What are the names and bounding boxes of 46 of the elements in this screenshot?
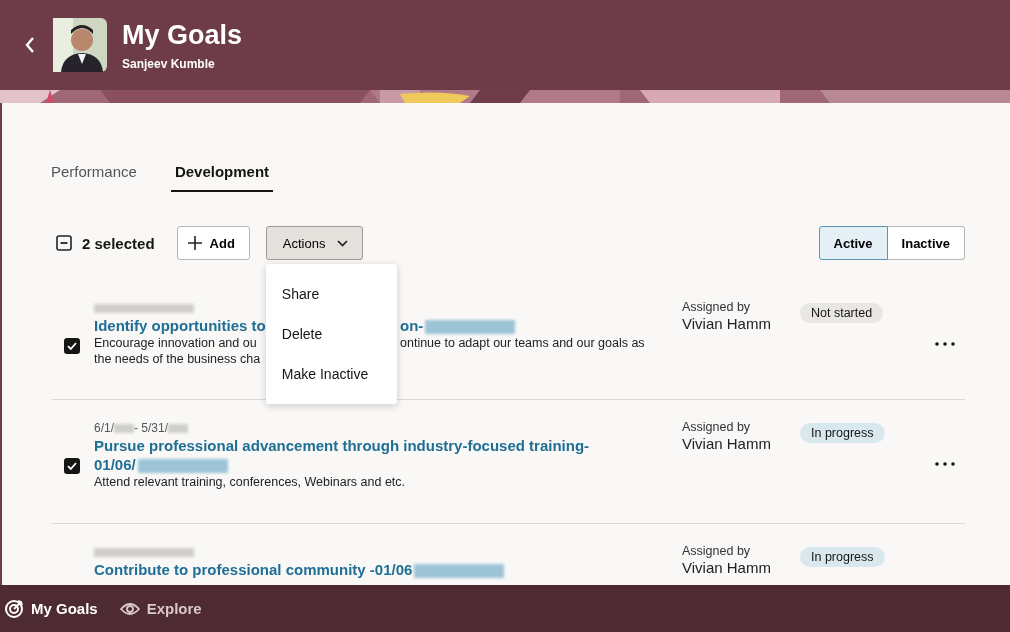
checkbox[interactable] <box>64 458 80 474</box>
selection-count: 2 selected <box>82 234 155 252</box>
more-icon[interactable] <box>935 342 955 346</box>
assigner-name: Vivian Hamm <box>682 315 772 332</box>
caret-icon <box>337 239 349 247</box>
goal-title[interactable]: Identify opportunities to <box>94 316 268 335</box>
goal-date: 6/1/ <box>94 421 114 435</box>
assigned-label: Assigned by <box>682 420 752 434</box>
goal-title[interactable]: on- <box>400 316 614 335</box>
goal-description: ontinue to adapt our teams and our goals as <box>400 335 645 351</box>
assigner-name: Vivian Hamm <box>682 559 772 576</box>
status-badge: Not started <box>800 303 884 323</box>
menu-item[interactable]: Make Inactive <box>265 354 397 394</box>
goal-description: the needs of the business cha <box>94 352 261 366</box>
add-button[interactable]: Add <box>176 226 250 260</box>
goal-date: - 5/31/ <box>134 421 169 435</box>
status-badge: In progress <box>800 547 885 567</box>
partial-select-checkbox-icon[interactable] <box>56 235 72 251</box>
back-icon[interactable] <box>24 36 36 54</box>
menu-item[interactable]: Share <box>265 274 397 314</box>
assigned-label: Assigned by <box>682 300 752 314</box>
goal-title[interactable]: Contribute to professional community -01/06 <box>94 560 614 579</box>
tab[interactable]: Development <box>170 159 274 192</box>
status-badge: In progress <box>800 423 885 443</box>
tab[interactable]: Performance <box>51 159 137 192</box>
blurred-text <box>114 423 134 433</box>
eye-icon <box>119 601 140 616</box>
filter-toggle[interactable]: Inactive <box>887 226 965 260</box>
actions-dropdown[interactable]: Actions <box>265 226 364 260</box>
nav-item[interactable]: Explore <box>119 600 210 617</box>
target-icon <box>4 598 24 619</box>
assigned-label: Assigned by <box>682 544 752 558</box>
page-title: My Goals <box>122 19 243 51</box>
filter-toggle[interactable]: Active <box>818 226 888 260</box>
nav-item[interactable]: My Goals <box>4 598 106 619</box>
goal-description: Encourage innovation and ou <box>94 335 258 351</box>
more-icon[interactable] <box>935 462 955 466</box>
menu-item[interactable]: Delete <box>265 314 397 354</box>
blurred-text <box>168 423 189 433</box>
assigner-name: Vivian Hamm <box>682 435 772 452</box>
goal-description: Attend relevant training, conferences, Webinars and etc. <box>94 475 406 489</box>
checkbox[interactable] <box>64 338 80 354</box>
avatar <box>53 18 107 72</box>
employee-name: Sanjeev Kumble <box>122 56 216 71</box>
plus-icon <box>187 236 202 250</box>
goal-title[interactable]: Pursue professional advancement through industry-focused training-01/06/ <box>94 436 614 474</box>
